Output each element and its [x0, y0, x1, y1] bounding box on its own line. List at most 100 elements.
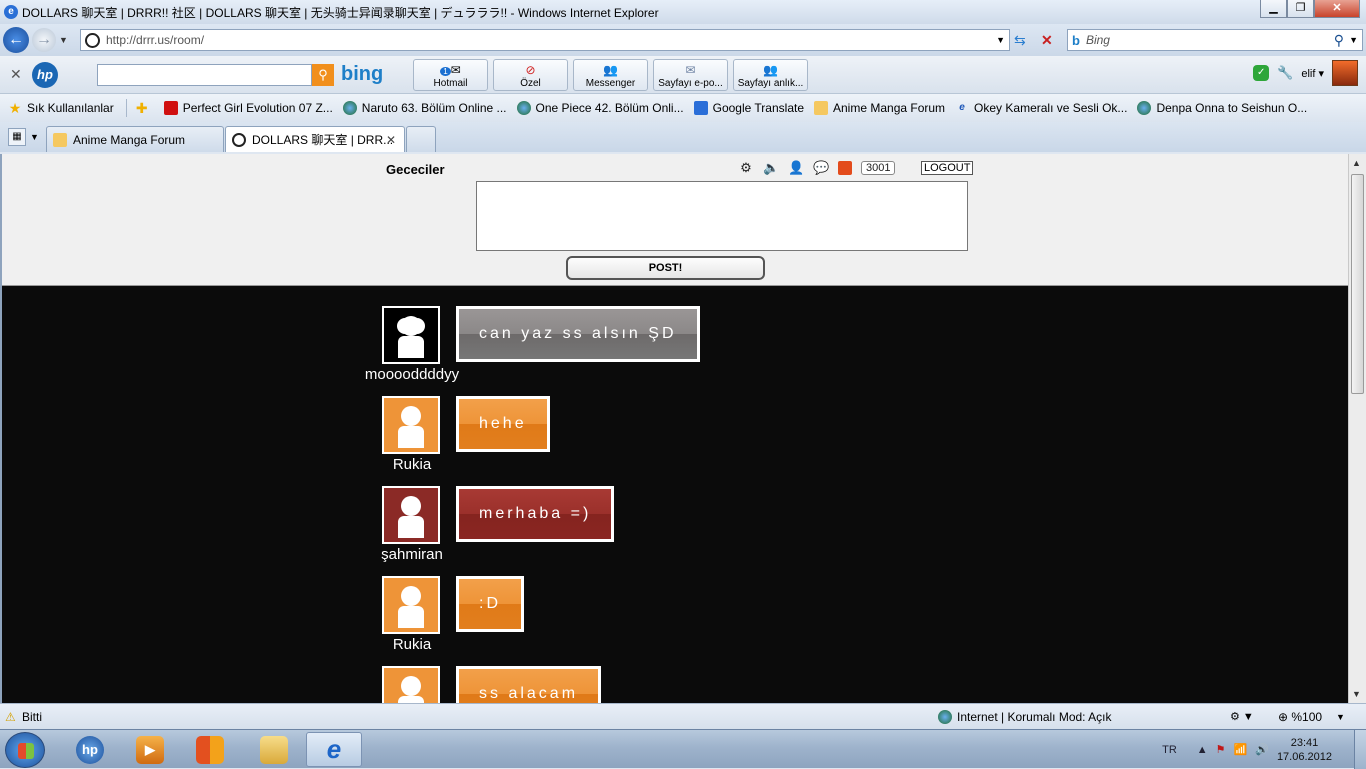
warning-icon: ⚠ — [5, 709, 16, 724]
protected-mode-icon[interactable]: ⚙ ▼ — [1230, 710, 1254, 723]
status-bar: ⚠ Bitti Internet | Korumalı Mod: Açık ⚙ … — [0, 703, 1366, 729]
page-scrollbar[interactable]: ▲ ▼ — [1348, 154, 1366, 703]
share-page-button[interactable]: 👥 Sayfayı anlık... — [733, 59, 808, 91]
nurse-avatar — [382, 486, 440, 544]
volume-icon[interactable]: 🔊 — [1255, 743, 1269, 756]
search-icon[interactable]: ⚲ — [1334, 32, 1344, 49]
zoom-level[interactable]: ⊕ %100 — [1278, 710, 1322, 724]
favorites-button[interactable]: ★ Sık Kullanılanlar — [8, 101, 114, 115]
share-page-icon: 👥 — [763, 63, 778, 77]
chat-bubble-icon[interactable]: 💬 — [813, 160, 829, 176]
taskbar-media-player[interactable]: ▶ — [122, 732, 178, 767]
new-tab-button[interactable] — [406, 126, 436, 152]
quick-tabs-icon[interactable]: ▦ — [8, 128, 26, 146]
history-dropdown-icon[interactable]: ▼ — [59, 35, 71, 45]
favorite-item[interactable]: Google Translate — [693, 101, 804, 115]
user-count: 3001 — [861, 161, 896, 175]
close-window-button[interactable]: ✕ — [1314, 0, 1360, 18]
forward-button[interactable]: → — [32, 28, 56, 52]
security-zone[interactable]: Internet | Korumalı Mod: Açık — [938, 709, 1112, 724]
messenger-icon: 👥 — [603, 63, 618, 77]
favorite-item[interactable]: One Piece 42. Bölüm Onli... — [516, 101, 684, 115]
close-tab-icon[interactable]: ✕ — [386, 133, 396, 147]
favorite-item[interactable]: Perfect Girl Evolution 07 Z... — [163, 101, 333, 115]
tab-list-dropdown-icon[interactable]: ▼ — [30, 128, 42, 146]
site-favicon-icon — [85, 32, 100, 48]
search-dropdown-icon[interactable]: ▼ — [1349, 35, 1358, 45]
close-toolbar-icon[interactable]: ✕ — [10, 66, 22, 83]
tab-anime-manga-forum[interactable]: Anime Manga Forum — [46, 126, 224, 152]
globe-icon — [516, 101, 531, 115]
scroll-up-icon[interactable]: ▲ — [1352, 158, 1361, 168]
youtube-icon — [163, 101, 178, 115]
email-page-button[interactable]: ✉ Sayfayı e-po... — [653, 59, 728, 91]
minimize-button[interactable]: ▁ — [1260, 0, 1287, 18]
post-button[interactable]: POST! — [566, 256, 765, 280]
ie-icon: e — [326, 734, 342, 764]
favorite-item[interactable]: e Okey Kameralı ve Sesli Ok... — [955, 101, 1127, 115]
show-hidden-icons-icon[interactable]: ▲ — [1197, 744, 1208, 756]
logout-button[interactable]: LOGOUT — [921, 161, 974, 175]
hp-toolbar: ✕ hp ⚲ bing 1 ✉ Hotmail ⊘ Özel 👥 Messenge… — [0, 56, 1366, 94]
taskbar-internet-explorer[interactable]: e — [306, 732, 362, 767]
action-center-icon[interactable]: ⚑ — [1216, 743, 1226, 756]
show-desktop-button[interactable] — [1354, 730, 1366, 769]
room-header: Gececiler ⚙ 🔈 👤 💬 3001 LOGOUT POST! — [2, 154, 1348, 286]
shield-icon[interactable]: ✓ — [1253, 65, 1270, 81]
messenger-button[interactable]: 👥 Messenger — [573, 59, 648, 91]
hp-logo-icon[interactable]: hp — [32, 61, 58, 88]
stop-icon[interactable]: ✕ — [1041, 32, 1053, 49]
favorite-item[interactable]: Anime Manga Forum — [814, 101, 945, 115]
network-icon[interactable]: 📶 — [1234, 743, 1248, 756]
taskbar-explorer[interactable] — [246, 732, 302, 767]
taskbar-office[interactable] — [182, 732, 238, 767]
user-icon[interactable]: 👤 — [788, 160, 804, 176]
back-button[interactable]: ← — [3, 27, 29, 53]
window-title: DOLLARS 聊天室 | DRRR!! 社区 | DOLLARS 聊天室 | … — [22, 5, 659, 20]
hotmail-button[interactable]: 1 ✉ Hotmail — [413, 59, 488, 91]
stop-sign-icon: ⊘ — [525, 63, 536, 77]
page-viewport: Gececiler ⚙ 🔈 👤 💬 3001 LOGOUT POST! mooo… — [0, 154, 1348, 703]
favorite-item[interactable]: Denpa Onna to Seishun O... — [1137, 101, 1307, 115]
toolbar-search-input[interactable] — [97, 63, 312, 86]
user-avatar[interactable] — [1332, 60, 1358, 86]
wrench-icon[interactable]: 🔧 — [1277, 65, 1293, 81]
search-input[interactable]: b Bing ⚲ ▼ — [1067, 29, 1363, 51]
add-favorite-icon: ✚ — [135, 100, 148, 116]
clock[interactable]: 23:41 17.06.2012 — [1277, 736, 1332, 764]
address-dropdown-icon[interactable]: ▼ — [996, 35, 1005, 45]
message-input[interactable] — [476, 181, 968, 251]
scroll-thumb[interactable] — [1351, 174, 1364, 394]
email-page-icon: ✉ — [685, 63, 696, 77]
settings-icon[interactable]: ⚙ — [738, 160, 754, 176]
taskbar-hp[interactable]: hp — [62, 732, 118, 767]
headphones-avatar — [382, 306, 440, 364]
sound-icon[interactable]: 🔈 — [763, 160, 779, 176]
maximize-button[interactable]: ❐ — [1287, 0, 1314, 18]
favorite-item[interactable]: Naruto 63. Bölüm Online ... — [342, 101, 507, 115]
rss-icon[interactable] — [838, 161, 852, 175]
room-name: Gececiler — [386, 162, 445, 177]
address-url[interactable]: http://drrr.us/room/ — [106, 33, 204, 47]
message-username: mooooddddyy — [364, 366, 460, 383]
scroll-down-icon[interactable]: ▼ — [1352, 689, 1361, 699]
address-bar[interactable]: http://drrr.us/room/ ▼ — [80, 29, 1010, 51]
system-tray: TR ▲ ⚑ 📶 🔊 23:41 17.06.2012 — [1162, 730, 1366, 769]
user-menu[interactable]: elif ▾ — [1301, 67, 1324, 80]
mail-icon: 1 ✉ — [414, 62, 487, 78]
language-indicator[interactable]: TR — [1162, 744, 1177, 756]
add-favorite-button[interactable]: ✚ — [135, 101, 154, 115]
windows-flag-icon — [18, 743, 34, 759]
refresh-icon[interactable]: ⇆ — [1014, 32, 1026, 49]
toolbar-search-button[interactable]: ⚲ — [312, 63, 334, 86]
globe-icon — [1137, 101, 1152, 115]
hp-icon: hp — [76, 735, 104, 764]
start-button[interactable] — [5, 732, 45, 768]
folder-icon — [260, 735, 288, 764]
private-button[interactable]: ⊘ Özel — [493, 59, 568, 91]
favorites-separator — [125, 99, 127, 117]
girl-braids-avatar — [382, 576, 440, 634]
message-username: Rukia — [392, 456, 432, 473]
tab-dollars-chat[interactable]: DOLLARS 聊天室 | DRR... ✕ — [225, 126, 405, 152]
zoom-dropdown-icon[interactable]: ▼ — [1336, 712, 1345, 722]
